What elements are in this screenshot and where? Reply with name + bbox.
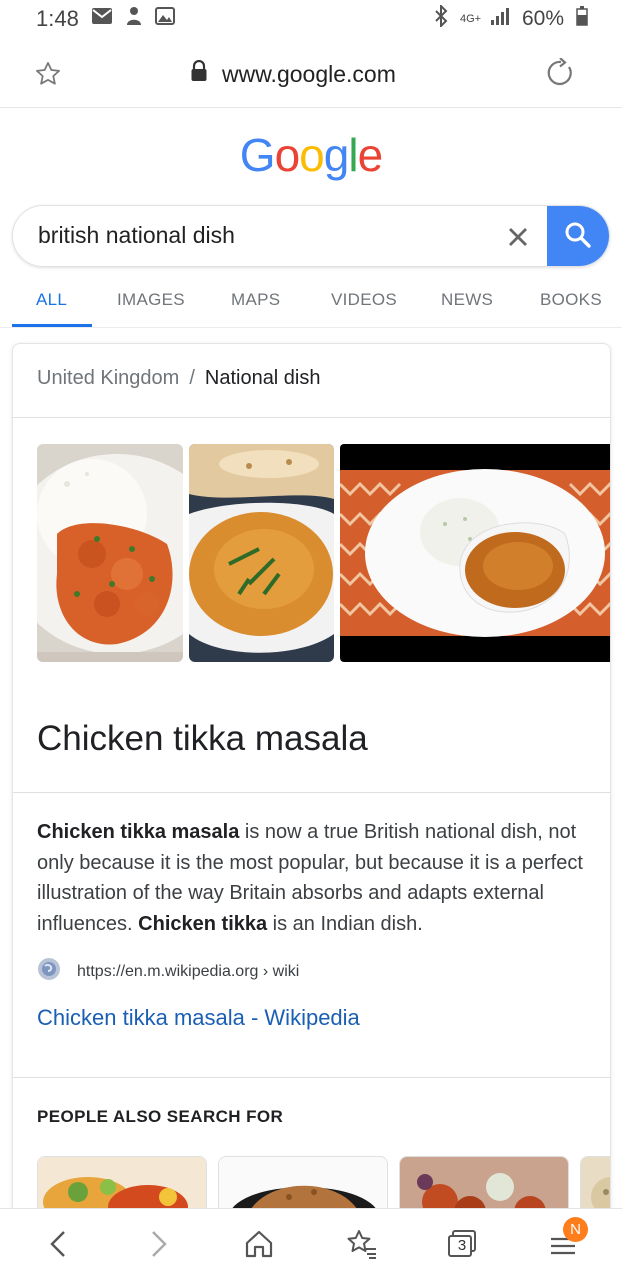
search-icon (563, 220, 593, 255)
home-icon[interactable] (244, 1229, 274, 1264)
dish-video-thumbnail[interactable] (340, 444, 610, 662)
logo-letter: G (239, 129, 276, 181)
search-box: british national dish (12, 205, 610, 267)
search-input[interactable]: british national dish (38, 222, 235, 249)
active-tab-indicator (12, 324, 92, 327)
clear-icon[interactable] (503, 222, 533, 252)
desc-text-2: is an Indian dish. (267, 912, 423, 935)
logo-letter: g (323, 129, 350, 181)
breadcrumb-parent[interactable]: United Kingdom (37, 367, 179, 390)
url-display[interactable]: www.google.com (190, 59, 396, 88)
breadcrumb-separator: / (189, 367, 195, 389)
battery-icon (576, 6, 588, 32)
knowledge-card: United Kingdom / National dish Chicken t… (12, 343, 611, 1243)
wikipedia-link[interactable]: Chicken tikka masala - Wikipedia (37, 1005, 360, 1031)
url-text: www.google.com (222, 60, 396, 87)
bookmarks-icon[interactable] (345, 1229, 377, 1264)
logo-letter: o (299, 129, 325, 181)
network-type-label: 4G+ (459, 12, 482, 25)
browser-address-bar: www.google.com (0, 38, 622, 108)
status-time: 1:48 (36, 6, 79, 31)
desc-bold-1: Chicken tikka masala (37, 821, 240, 843)
dish-title: Chicken tikka masala (37, 719, 368, 758)
mail-notification-icon (91, 7, 113, 31)
tab-maps[interactable]: MAPS (231, 290, 280, 310)
tab-images[interactable]: IMAGES (117, 290, 185, 310)
notification-badge: N (563, 1217, 588, 1242)
google-logo[interactable]: Google (0, 128, 622, 182)
logo-letter: e (357, 129, 384, 181)
tab-books[interactable]: BOOKS (540, 290, 602, 310)
tab-videos[interactable]: VIDEOS (331, 290, 397, 310)
dish-image-1[interactable] (37, 444, 183, 662)
dish-description: Chicken tikka masala is now a true Briti… (37, 817, 592, 939)
signal-icon (490, 7, 510, 31)
breadcrumb: United Kingdom / National dish (37, 367, 321, 390)
logo-letter: l (348, 129, 358, 181)
bookmark-star-icon[interactable] (34, 60, 62, 93)
browser-bottom-nav: 3 (0, 1208, 622, 1280)
lock-icon (190, 59, 208, 88)
people-also-search-heading: PEOPLE ALSO SEARCH FOR (37, 1107, 284, 1126)
desc-bold-2: Chicken tikka (138, 912, 268, 935)
search-button[interactable] (547, 206, 609, 266)
tab-all[interactable]: ALL (36, 290, 67, 310)
logo-letter: o (274, 129, 301, 181)
back-icon[interactable] (46, 1229, 72, 1264)
globe-icon (37, 957, 61, 986)
bluetooth-icon (434, 3, 448, 33)
forward-icon[interactable] (145, 1229, 171, 1264)
breadcrumb-current: National dish (204, 367, 321, 389)
tabs-icon[interactable]: 3 (446, 1229, 478, 1264)
source-line: https://en.m.wikipedia.org › wiki (37, 957, 299, 986)
divider (13, 792, 610, 793)
battery-percent: 60% (521, 7, 564, 30)
tab-count: 3 (457, 1237, 467, 1254)
status-bar: 1:48 4G+ 60% (0, 0, 622, 38)
source-url: https://en.m.wikipedia.org › wiki (77, 962, 300, 980)
divider (13, 1077, 610, 1078)
tab-news[interactable]: NEWS (441, 290, 493, 310)
search-tabs: ALL IMAGES MAPS VIDEOS NEWS BOOKS (0, 280, 622, 328)
divider (13, 417, 610, 418)
app-notification-icon (125, 6, 143, 32)
image-notification-icon (154, 7, 175, 31)
dish-image-2[interactable] (189, 444, 334, 662)
reload-icon[interactable] (546, 57, 576, 93)
